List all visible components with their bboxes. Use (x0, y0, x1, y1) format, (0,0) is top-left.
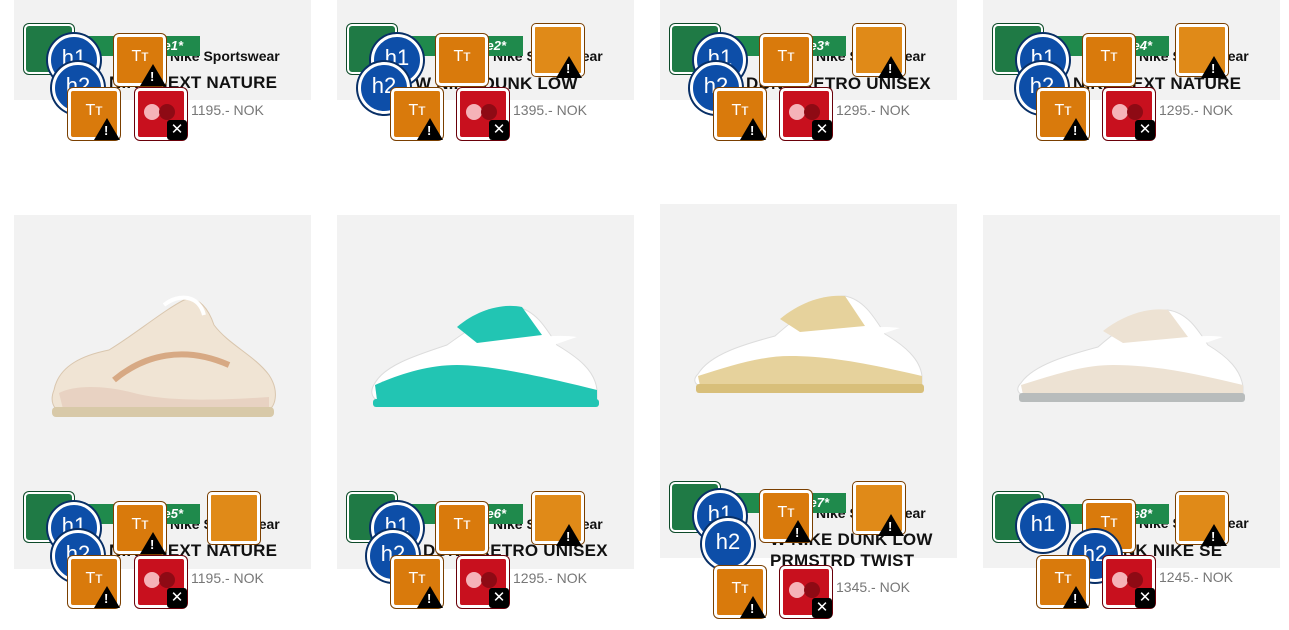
close-icon[interactable]: ✕ (167, 120, 187, 140)
warning-icon (1063, 586, 1089, 608)
text-size-icon[interactable]: Tт (436, 502, 488, 554)
text-size-icon[interactable]: Tт (1083, 34, 1135, 86)
product-price: 1195.- NOK (191, 570, 264, 586)
product-price: 1345.- NOK (836, 579, 910, 595)
warning-icon (94, 118, 120, 140)
warning-icon (417, 118, 443, 140)
product-card[interactable]: Nike Sportswear W NIKE DUNK LOW PRMSTRD … (660, 204, 957, 624)
warning-icon (556, 56, 582, 78)
product-price: 1295.- NOK (513, 570, 587, 586)
warning-icon (1201, 56, 1227, 78)
product-price: 1295.- NOK (1159, 102, 1233, 118)
warning-icon (740, 118, 766, 140)
product-price: 1395.- NOK (513, 102, 587, 118)
warning-icon (878, 514, 904, 536)
warning-icon (556, 524, 582, 546)
close-icon[interactable]: ✕ (812, 598, 832, 618)
warning-icon (140, 64, 166, 86)
product-price: 1245.- NOK (1159, 569, 1233, 585)
warning-icon (140, 532, 166, 554)
text-size-icon[interactable]: Tт (760, 34, 812, 86)
warning-icon (1063, 118, 1089, 140)
heading-h1-icon[interactable]: h1 (1017, 500, 1069, 552)
close-icon[interactable]: ✕ (1135, 120, 1155, 140)
external-link-icon[interactable] (208, 492, 260, 544)
warning-icon (1201, 524, 1227, 546)
close-icon[interactable]: ✕ (812, 120, 832, 140)
text-size-icon[interactable]: Tт (436, 34, 488, 86)
warning-icon (785, 520, 811, 542)
close-icon[interactable]: ✕ (1135, 588, 1155, 608)
close-icon[interactable]: ✕ (167, 588, 187, 608)
warning-icon (94, 586, 120, 608)
close-icon[interactable]: ✕ (489, 588, 509, 608)
product-price: 1195.- NOK (191, 102, 264, 118)
heading-h2-icon[interactable]: h2 (702, 518, 754, 570)
warning-icon (417, 586, 443, 608)
product-card[interactable]: Nike Sportswear DUNK NIKE SE 1245.- NOK (983, 215, 1280, 615)
product-price: 1295.- NOK (836, 102, 910, 118)
close-icon[interactable]: ✕ (489, 120, 509, 140)
warning-icon (878, 56, 904, 78)
warning-icon (740, 596, 766, 618)
